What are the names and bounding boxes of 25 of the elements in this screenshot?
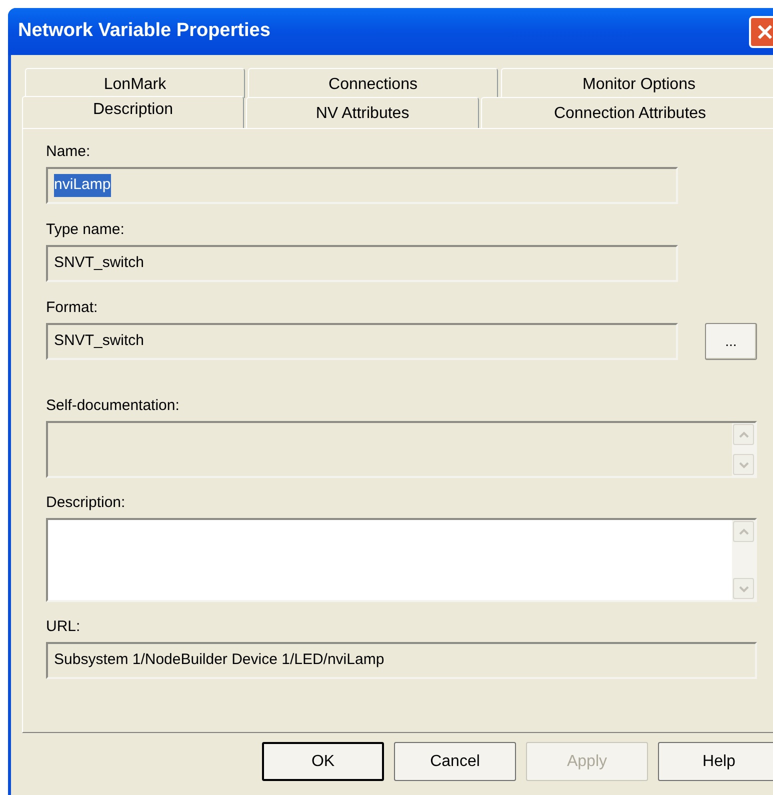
field-value: nviLamp	[54, 174, 111, 197]
window-title: Network Variable Properties	[18, 19, 270, 44]
tab[interactable]: Connection Attributes	[481, 97, 773, 128]
field-label: Format:	[46, 298, 99, 317]
field-label: Self-documentation:	[46, 396, 180, 415]
text-field[interactable]: SNVT_switch	[46, 323, 678, 360]
field-value: SNVT_switch	[54, 253, 144, 274]
field-label: URL:	[46, 617, 82, 636]
field-value: Subsystem 1/NodeBuilder Device 1/LED/nviLamp	[54, 650, 384, 670]
dialog-button[interactable]: OK	[262, 742, 384, 781]
dialog-button[interactable]: Cancel	[394, 742, 516, 781]
dialog-button[interactable]: Help	[658, 742, 773, 781]
text-field[interactable]: SNVT_switch	[46, 245, 678, 282]
field-label: Description:	[46, 493, 126, 512]
field-label: Name:	[46, 142, 92, 161]
tab[interactable]: Monitor Options	[501, 68, 773, 98]
browse-button[interactable]: ...	[705, 323, 757, 360]
text-field[interactable]: nviLamp	[46, 167, 678, 204]
field-label: Type name:	[46, 220, 126, 239]
field-value: SNVT_switch	[54, 331, 144, 352]
tab[interactable]: Description	[22, 96, 244, 128]
tab[interactable]: Connections	[248, 68, 498, 98]
text-field[interactable]: Subsystem 1/NodeBuilder Device 1/LED/nviLamp	[46, 642, 757, 679]
tab[interactable]: LonMark	[25, 68, 245, 98]
tab[interactable]: NV Attributes	[246, 97, 479, 128]
